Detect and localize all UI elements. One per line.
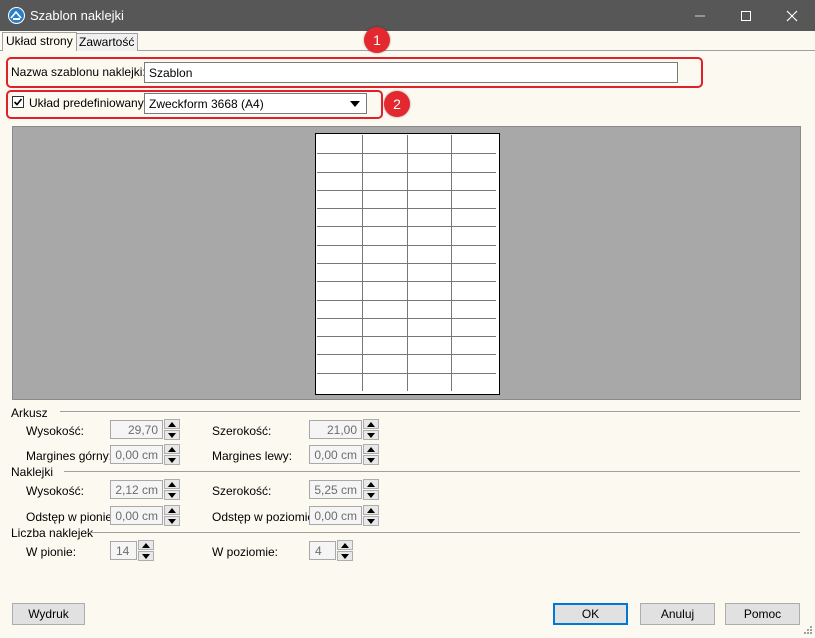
template-name-value: Szablon bbox=[149, 66, 193, 80]
count-section-rule bbox=[86, 532, 800, 533]
sheet-left-margin-spinner[interactable] bbox=[363, 444, 379, 465]
print-button[interactable]: Wydruk bbox=[12, 603, 85, 625]
maximize-button[interactable] bbox=[723, 0, 769, 31]
count-vertical-label: W pionie: bbox=[26, 545, 77, 559]
sheet-top-margin-input[interactable]: 0,00 cm bbox=[110, 445, 163, 464]
spin-down-icon[interactable] bbox=[164, 455, 180, 465]
sheet-left-margin-input[interactable]: 0,00 cm bbox=[309, 445, 362, 464]
spin-up-icon[interactable] bbox=[363, 479, 379, 489]
count-vertical-input[interactable]: 14 bbox=[110, 541, 137, 560]
label-vgap-label: Odstęp w pionie: bbox=[26, 510, 116, 524]
spin-down-icon[interactable] bbox=[164, 516, 180, 526]
template-name-input[interactable]: Szablon bbox=[144, 62, 678, 83]
spin-up-icon[interactable] bbox=[363, 505, 379, 515]
count-section-label: Liczba naklejek bbox=[11, 526, 94, 540]
sheet-left-margin-label: Margines lewy: bbox=[212, 449, 293, 463]
label-height-label: Wysokość: bbox=[26, 484, 84, 498]
predefined-layout-value: Zweckform 3668 (A4) bbox=[149, 97, 264, 111]
spin-up-icon[interactable] bbox=[164, 419, 180, 429]
ok-button[interactable]: OK bbox=[553, 603, 628, 625]
label-width-label: Szerokość: bbox=[212, 484, 272, 498]
label-vgap-spinner[interactable] bbox=[164, 505, 180, 526]
labels-section-label: Naklejki bbox=[11, 465, 54, 479]
spin-up-icon[interactable] bbox=[164, 444, 180, 454]
checkmark-icon bbox=[13, 98, 23, 106]
label-column-divider bbox=[451, 135, 452, 391]
count-vertical-spinner[interactable] bbox=[138, 540, 154, 561]
count-horizontal-label: W poziomie: bbox=[212, 545, 279, 559]
spin-up-icon[interactable] bbox=[164, 479, 180, 489]
spin-down-icon[interactable] bbox=[363, 455, 379, 465]
label-hgap-spinner[interactable] bbox=[363, 505, 379, 526]
sheet-section-label: Arkusz bbox=[11, 406, 48, 420]
chevron-down-icon bbox=[350, 101, 360, 107]
spin-up-icon[interactable] bbox=[138, 540, 154, 550]
sheet-width-label: Szerokość: bbox=[212, 424, 272, 438]
resize-grip-icon[interactable] bbox=[802, 624, 813, 638]
minimize-icon bbox=[695, 15, 705, 16]
label-hgap-label: Odstęp w poziomie: bbox=[212, 510, 318, 524]
callout-badge-1: 1 bbox=[364, 27, 390, 53]
template-name-label: Nazwa szablonu naklejki: bbox=[11, 65, 146, 79]
label-width-input[interactable]: 5,25 cm bbox=[309, 480, 362, 499]
label-height-spinner[interactable] bbox=[164, 479, 180, 500]
sheet-width-spinner[interactable] bbox=[363, 419, 379, 440]
predefined-label: Układ predefiniowany bbox=[29, 96, 144, 110]
window-title: Szablon naklejki bbox=[30, 8, 124, 23]
spin-up-icon[interactable] bbox=[337, 540, 353, 550]
label-hgap-input[interactable]: 0,00 cm bbox=[309, 506, 362, 525]
label-vgap-input[interactable]: 0,00 cm bbox=[110, 506, 163, 525]
label-height-input[interactable]: 2,12 cm bbox=[110, 480, 163, 499]
spin-down-icon[interactable] bbox=[164, 490, 180, 500]
sheet-width-input[interactable]: 21,00 cm bbox=[309, 420, 362, 456]
label-column-divider bbox=[362, 135, 363, 391]
cancel-button[interactable]: Anuluj bbox=[640, 603, 715, 625]
callout-badge-2: 2 bbox=[384, 91, 410, 117]
sheet-top-margin-label: Margines górny: bbox=[26, 449, 113, 463]
sheet-top-margin-spinner[interactable] bbox=[164, 444, 180, 465]
spin-down-icon[interactable] bbox=[337, 551, 353, 561]
help-button[interactable]: Pomoc bbox=[725, 603, 800, 625]
tab-content[interactable]: Zawartość bbox=[75, 33, 139, 51]
predefined-checkbox[interactable] bbox=[12, 96, 24, 108]
spin-down-icon[interactable] bbox=[164, 430, 180, 440]
sheet-section-rule bbox=[60, 411, 800, 412]
count-horizontal-input[interactable]: 4 bbox=[309, 541, 336, 560]
sheet-height-spinner[interactable] bbox=[164, 419, 180, 440]
predefined-layout-select[interactable]: Zweckform 3668 (A4) bbox=[144, 93, 367, 114]
spin-down-icon[interactable] bbox=[138, 551, 154, 561]
tab-page-layout[interactable]: Układ strony bbox=[2, 32, 77, 51]
sheet-height-input[interactable]: 29,70 cm bbox=[110, 420, 163, 456]
minimize-button[interactable] bbox=[677, 0, 723, 31]
spin-down-icon[interactable] bbox=[363, 516, 379, 526]
spin-up-icon[interactable] bbox=[363, 444, 379, 454]
spin-up-icon[interactable] bbox=[363, 419, 379, 429]
label-width-spinner[interactable] bbox=[363, 479, 379, 500]
spin-down-icon[interactable] bbox=[363, 430, 379, 440]
label-column-divider bbox=[407, 135, 408, 391]
count-horizontal-spinner[interactable] bbox=[337, 540, 353, 561]
spin-down-icon[interactable] bbox=[363, 490, 379, 500]
close-icon bbox=[786, 10, 798, 21]
app-icon bbox=[8, 7, 25, 24]
maximize-icon bbox=[741, 10, 751, 21]
labels-section-rule bbox=[64, 471, 800, 472]
sheet-height-label: Wysokość: bbox=[26, 424, 84, 438]
close-button[interactable] bbox=[769, 0, 815, 31]
spin-up-icon[interactable] bbox=[164, 505, 180, 515]
